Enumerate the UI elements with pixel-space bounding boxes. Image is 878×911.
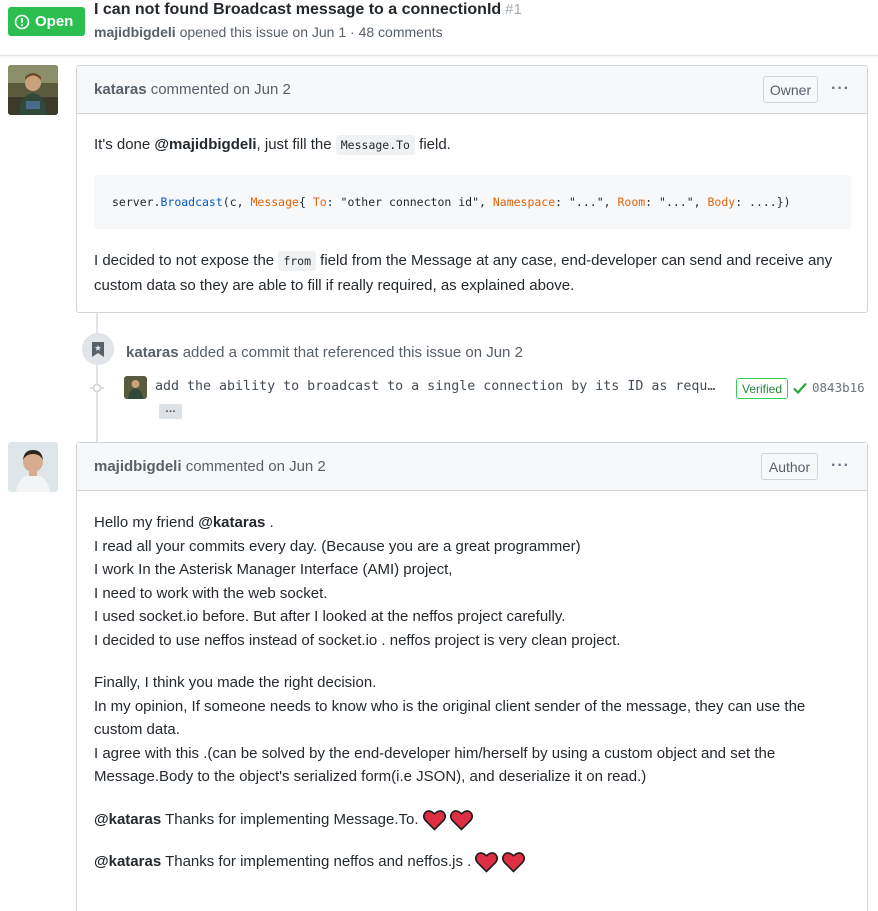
comment-line: I work In the Asterisk Manager Interface… bbox=[94, 561, 453, 578]
code-token: : ....}) bbox=[735, 195, 791, 209]
user-mention[interactable]: @kataras bbox=[94, 811, 161, 828]
hearts-emoji bbox=[422, 809, 473, 831]
code-token: { bbox=[298, 195, 313, 209]
code-token: : "...", bbox=[555, 195, 618, 209]
author-badge: Author bbox=[761, 453, 818, 480]
heart-icon bbox=[475, 852, 499, 873]
bookmark-icon bbox=[92, 341, 104, 357]
comment-header: kataras commented on Jun 2 Owner ··· bbox=[77, 66, 867, 114]
code-token: (c, bbox=[222, 195, 251, 209]
comment-timestamp[interactable]: commented on Jun 2 bbox=[151, 81, 291, 98]
comment-kataras: kataras commented on Jun 2 Owner ··· It'… bbox=[76, 65, 868, 313]
comment-paragraph: I decided to not expose the from field f… bbox=[94, 249, 854, 297]
open-status-badge: Open bbox=[8, 7, 85, 36]
code-token: server. bbox=[112, 195, 161, 209]
code-token: To bbox=[312, 195, 327, 209]
user-mention[interactable]: @majidbigdeli bbox=[154, 136, 256, 153]
text: . bbox=[265, 514, 274, 531]
comment-line: @kataras Thanks for implementing Message… bbox=[94, 808, 850, 832]
issue-header: Open I can not found Broadcast message t… bbox=[0, 0, 878, 56]
comment-header-text: kataras commented on Jun 2 bbox=[94, 81, 291, 98]
comment-header: majidbigdeli commented on Jun 2 Author ·… bbox=[77, 443, 867, 491]
comment-header-text: majidbigdeli commented on Jun 2 bbox=[94, 458, 326, 475]
check-icon bbox=[793, 382, 807, 395]
commit-expander-button[interactable]: … bbox=[159, 404, 182, 419]
status-label: Open bbox=[35, 13, 74, 30]
text: I decided to not expose the bbox=[94, 252, 279, 269]
issue-title-row: I can not found Broadcast message to a c… bbox=[94, 1, 522, 19]
comment-line: @kataras Thanks for implementing neffos … bbox=[94, 850, 850, 874]
text: field. bbox=[415, 136, 451, 153]
inline-code: Message.To bbox=[335, 135, 415, 155]
hearts-emoji bbox=[475, 851, 526, 873]
text: , just fill the bbox=[256, 136, 336, 153]
avatar-image bbox=[124, 376, 147, 399]
issue-meta-text: opened this issue on Jun 1 · 48 comments bbox=[179, 24, 443, 40]
owner-badge: Owner bbox=[763, 76, 818, 103]
comment-line: In my opinion, If someone needs to know … bbox=[94, 697, 806, 739]
comment-timestamp[interactable]: commented on Jun 2 bbox=[186, 458, 326, 475]
comment-line: I need to work with the web socket. bbox=[94, 584, 328, 602]
issue-meta: majidbigdeli opened this issue on Jun 1 … bbox=[94, 24, 443, 40]
user-mention[interactable]: @kataras bbox=[94, 853, 161, 870]
comment-line: I decided to use neffos instead of socke… bbox=[94, 631, 621, 649]
avatar-image bbox=[8, 442, 58, 492]
avatar-majidbigdeli[interactable] bbox=[8, 442, 58, 492]
code-token: : "...", bbox=[645, 195, 708, 209]
heart-icon bbox=[422, 809, 446, 831]
avatar-kataras[interactable] bbox=[8, 65, 58, 115]
commit-message-link[interactable]: add the ability to broadcast to a single… bbox=[155, 379, 720, 394]
code-token: Body bbox=[707, 195, 736, 209]
comment-line: I used socket.io before. But after I loo… bbox=[94, 608, 566, 625]
comment-line: Hello my friend @kataras . bbox=[94, 511, 850, 535]
heart-icon bbox=[502, 852, 526, 873]
bookmark-event-icon-badge bbox=[82, 333, 114, 365]
event-author-link[interactable]: kataras bbox=[126, 344, 179, 361]
issue-number: #1 bbox=[505, 1, 522, 18]
code-token: Broadcast bbox=[160, 195, 223, 209]
text: It's done bbox=[94, 136, 155, 153]
comment-author-link[interactable]: majidbigdeli bbox=[94, 458, 182, 475]
inline-code: from bbox=[278, 251, 317, 271]
text: Thanks for implementing Message.To. bbox=[161, 810, 419, 828]
code-token: : "other connecton id", bbox=[326, 195, 493, 209]
code-block: server.Broadcast(c, Message{ To: "other … bbox=[94, 175, 851, 229]
git-commit-icon bbox=[90, 383, 104, 393]
code-token: Namespace bbox=[492, 195, 556, 209]
comment-paragraph: It's done @majidbigdeli, just fill the M… bbox=[94, 133, 451, 158]
text: Thanks for implementing neffos and neffo… bbox=[161, 853, 472, 870]
comment-author-link[interactable]: kataras bbox=[94, 81, 147, 98]
avatar-image bbox=[8, 65, 58, 115]
event-text: kataras added a commit that referenced t… bbox=[126, 344, 523, 361]
comment-line: I agree with this .(can be solved by the… bbox=[94, 744, 776, 786]
text: Hello my friend bbox=[94, 514, 199, 531]
comment-majidbigdeli: majidbigdeli commented on Jun 2 Author ·… bbox=[76, 442, 868, 911]
event-description: added a commit that referenced this issu… bbox=[182, 344, 523, 361]
user-mention[interactable]: @kataras bbox=[198, 514, 265, 531]
commit-sha-link[interactable]: 0843b16 bbox=[812, 380, 865, 395]
commit-author-avatar[interactable] bbox=[124, 376, 147, 399]
issue-opened-icon bbox=[14, 14, 30, 29]
code-token: Room bbox=[617, 195, 646, 209]
issue-title: I can not found Broadcast message to a c… bbox=[94, 1, 502, 18]
issue-author-link[interactable]: majidbigdeli bbox=[94, 24, 176, 40]
comment-line: Finally, I think you made the right deci… bbox=[94, 674, 377, 691]
comment-line: I read all your commits every day. (Beca… bbox=[94, 537, 581, 555]
comment-options-button[interactable]: ··· bbox=[831, 80, 850, 98]
heart-icon bbox=[449, 809, 473, 831]
comment-options-button[interactable]: ··· bbox=[831, 457, 850, 475]
verified-badge[interactable]: Verified bbox=[736, 378, 789, 399]
comment-body: Hello my friend @kataras . I read all yo… bbox=[77, 491, 867, 874]
code-token: Message bbox=[250, 195, 299, 209]
